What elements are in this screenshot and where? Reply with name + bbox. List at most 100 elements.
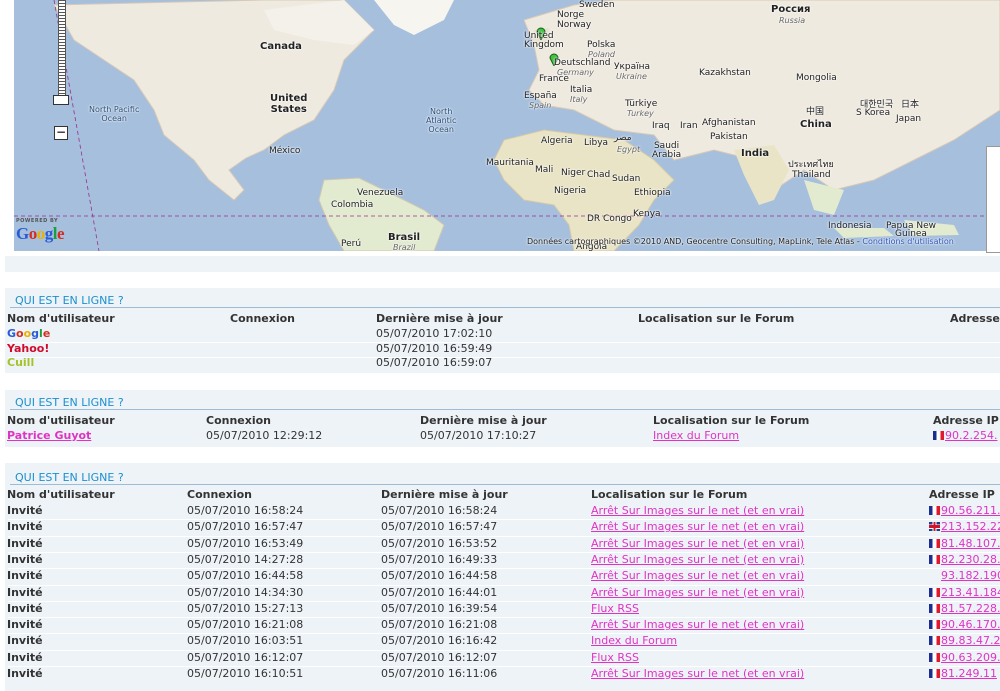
- map-label: Perú: [341, 239, 362, 249]
- map-label: Sudan: [612, 174, 641, 184]
- panel-title: QUI EST EN LIGNE ?: [15, 294, 124, 307]
- map-label: México: [269, 146, 301, 156]
- ip-address-link[interactable]: 90.56.211.: [941, 504, 1000, 517]
- col-last-update-header: Dernière mise à jour: [381, 488, 508, 501]
- flag-fr-icon: [929, 620, 940, 630]
- map-label: Canada: [260, 41, 302, 52]
- ip-cell: 93.182.190: [929, 568, 1000, 584]
- ip-address-link[interactable]: 213.152.22: [941, 520, 1000, 533]
- forum-location-link[interactable]: Flux RSS: [591, 601, 639, 617]
- google-letter: g: [31, 327, 40, 340]
- zoom-rail[interactable]: [58, 0, 66, 102]
- map-label: DR Congo: [587, 214, 632, 224]
- map-label: North Atlantic Ocean: [426, 107, 457, 134]
- map-label: Ukraine: [616, 72, 647, 81]
- forum-location-link[interactable]: Arrêt Sur Images sur le net (et en vrai): [591, 617, 804, 633]
- member-username-link[interactable]: Patrice Guyot: [7, 428, 91, 444]
- col-connexion-header: Connexion: [230, 312, 296, 325]
- google-letter: o: [16, 327, 24, 340]
- forum-location-link[interactable]: Arrêt Sur Images sur le net (et en vrai): [591, 536, 804, 552]
- copyright-text: Données cartographiques ©2010 AND, Geoce…: [527, 237, 863, 246]
- ip-address-link[interactable]: 82.230.28.: [941, 553, 1000, 566]
- col-connexion-header: Connexion: [206, 414, 272, 427]
- forum-location-link[interactable]: Index du Forum: [653, 428, 739, 444]
- google-letter: g: [44, 224, 54, 243]
- zoom-slider-handle[interactable]: [53, 95, 69, 105]
- ip-address-link[interactable]: 90.63.209.: [941, 651, 1000, 664]
- ip-address-link[interactable]: 81.57.228.: [941, 602, 1000, 615]
- google-letter: o: [36, 224, 46, 243]
- panel-title: QUI EST EN LIGNE ?: [15, 396, 124, 409]
- map-label: Afghanistan: [702, 118, 756, 128]
- map-label: Indonesia: [828, 221, 872, 231]
- forum-location-link[interactable]: Arrêt Sur Images sur le net (et en vrai): [591, 568, 804, 584]
- zoom-out-button[interactable]: −: [54, 126, 68, 140]
- row-divider: [8, 600, 1000, 602]
- ip-address-link[interactable]: 93.182.190: [941, 569, 1000, 582]
- forum-location-link[interactable]: Arrêt Sur Images sur le net (et en vrai): [591, 519, 804, 535]
- table-row: Invité 05/07/2010 15:27:13 05/07/2010 16:3…: [5, 601, 1000, 617]
- last-update-cell: 05/07/2010 16:16:42: [381, 634, 498, 648]
- google-letter: o: [28, 224, 38, 243]
- ip-cell: 90.63.209.: [929, 650, 1000, 666]
- table-row: Invité 05/07/2010 16:12:07 05/07/2010 16:1…: [5, 650, 1000, 666]
- map-label: España: [524, 91, 557, 101]
- connexion-cell: 05/07/2010 16:57:47: [187, 520, 304, 534]
- table-header: Nom d'utilisateur Connexion Dernière mis…: [5, 311, 1000, 327]
- row-divider: [8, 535, 1000, 537]
- map-overview-toggle[interactable]: [986, 146, 1000, 253]
- forum-location-link[interactable]: Arrêt Sur Images sur le net (et en vrai): [591, 503, 804, 519]
- guest-username: Invité: [7, 618, 43, 632]
- online-guests-panel: QUI EST EN LIGNE ? Nom d'utilisateur Con…: [5, 463, 1000, 691]
- map-label: Iran: [680, 121, 698, 131]
- map-label: Pakistan: [710, 132, 748, 142]
- ip-cell: 82.230.28.: [929, 552, 1000, 568]
- map-label: France: [539, 74, 569, 84]
- guest-username: Invité: [7, 569, 43, 583]
- table-row: Google 05/07/2010 17:02:10: [5, 326, 1000, 342]
- map-label: Egypt: [617, 145, 641, 154]
- forum-location-link[interactable]: Arrêt Sur Images sur le net (et en vrai): [591, 666, 804, 682]
- col-ip-header: Adresse IP: [929, 488, 995, 501]
- ip-address-link[interactable]: 81.48.107.: [941, 537, 1000, 550]
- google-letter: G: [16, 224, 29, 243]
- last-update-cell: 05/07/2010 16:21:08: [381, 618, 498, 632]
- terms-link[interactable]: Conditions d'utilisation: [862, 237, 953, 246]
- map-label: Україна: [614, 62, 651, 72]
- col-connexion-header: Connexion: [187, 488, 253, 501]
- ip-address-link[interactable]: 81.249.11: [941, 667, 997, 680]
- map-label: Deutschland: [554, 58, 611, 68]
- map-label: Italia: [570, 85, 593, 95]
- table-row: Invité 05/07/2010 14:27:28 05/07/2010 16:4…: [5, 552, 1000, 568]
- panel-title: QUI EST EN LIGNE ?: [15, 471, 124, 484]
- map-label: 中国: [806, 107, 825, 117]
- map-label: Venezuela: [357, 188, 404, 198]
- ip-address-link[interactable]: 90.2.254.: [945, 429, 997, 442]
- map-label: Kazakhstan: [699, 68, 751, 78]
- ip-address-link[interactable]: 213.41.184: [941, 586, 1000, 599]
- row-divider: [8, 519, 1000, 521]
- col-location-header: Localisation sur le Forum: [638, 312, 795, 325]
- map-copyright: Données cartographiques ©2010 AND, Geoce…: [527, 237, 954, 246]
- guest-username: Invité: [7, 634, 43, 648]
- forum-location-link[interactable]: Flux RSS: [591, 650, 639, 666]
- connexion-cell: 05/07/2010 16:12:07: [187, 650, 304, 664]
- ip-address-link[interactable]: 89.83.47.2: [941, 634, 1000, 647]
- map-label: Japan: [896, 114, 922, 124]
- map-label: United Kingdom: [524, 31, 564, 50]
- zoom-control[interactable]: −: [53, 0, 69, 140]
- forum-location-link[interactable]: Arrêt Sur Images sur le net (et en vrai): [591, 552, 804, 568]
- guest-username: Invité: [7, 667, 43, 680]
- forum-location-link[interactable]: Index du Forum: [591, 633, 677, 649]
- map-label: Mongolia: [796, 73, 837, 83]
- map-label: ประเทศไทย: [788, 160, 834, 170]
- ip-address-link[interactable]: 90.46.170.: [941, 618, 1000, 631]
- google-logo[interactable]: POWERED BY Google: [16, 218, 65, 244]
- online-members-panel: QUI EST EN LIGNE ? Nom d'utilisateur Con…: [5, 390, 1000, 447]
- forum-location-link[interactable]: Arrêt Sur Images sur le net (et en vrai): [591, 585, 804, 601]
- last-update-cell: 05/07/2010 16:44:01: [381, 585, 498, 599]
- google-wordmark: Google: [16, 224, 65, 243]
- flag-fr-icon: [929, 587, 940, 597]
- world-map[interactable]: − Sweden Norge Norway Россия Russia Cana…: [14, 0, 1000, 251]
- row-divider: [8, 584, 1000, 586]
